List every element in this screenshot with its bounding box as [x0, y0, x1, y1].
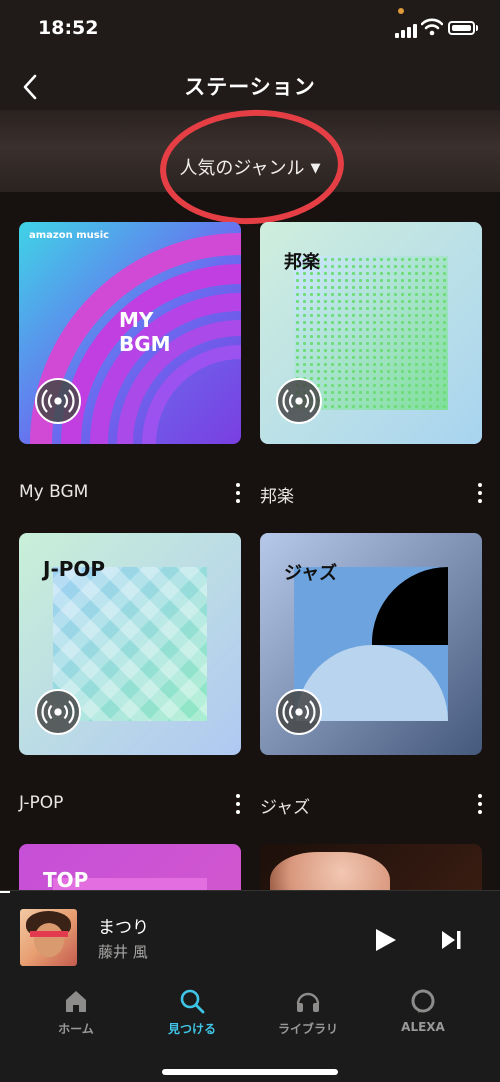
- station-label: 邦楽: [260, 487, 294, 507]
- tile-title: J-POP: [43, 557, 106, 581]
- tab-label: ライブラリ: [277, 1022, 338, 1036]
- playback-progress: [0, 891, 10, 893]
- battery-icon: [448, 21, 475, 35]
- now-playing-bar[interactable]: まつり 藤井 風: [0, 890, 500, 981]
- station-label: ジャズ: [260, 798, 311, 818]
- privacy-indicator-dot: [398, 8, 404, 14]
- tile-title-line1: MY: [119, 308, 154, 332]
- album-art[interactable]: [20, 909, 77, 966]
- page-title: ステーション: [184, 75, 316, 99]
- alexa-ring-icon: [411, 989, 435, 1013]
- tab-home[interactable]: ホーム: [21, 980, 131, 1050]
- home-icon: [66, 991, 86, 1012]
- radio-broadcast-icon: [35, 689, 81, 735]
- brand-logo: amazon music: [29, 230, 110, 241]
- status-bar: 18:52: [0, 0, 500, 60]
- station-grid: amazon music MY BGM My BGM 邦楽 邦楽 J-POP J…: [0, 192, 500, 890]
- station-artwork[interactable]: [260, 844, 482, 890]
- more-vertical-icon[interactable]: [232, 479, 244, 509]
- tab-alexa[interactable]: ALEXA: [368, 980, 478, 1050]
- station-artwork[interactable]: 邦楽: [260, 222, 482, 444]
- track-artist: 藤井 風: [98, 943, 148, 961]
- station-artwork[interactable]: J-POP: [19, 533, 241, 755]
- more-vertical-icon[interactable]: [474, 790, 486, 820]
- tab-library[interactable]: ライブラリ: [253, 980, 363, 1050]
- battery-tip: [476, 25, 478, 31]
- station-artwork[interactable]: ジャズ: [260, 533, 482, 755]
- play-icon[interactable]: [372, 927, 398, 953]
- app-header: ステーション: [0, 60, 500, 110]
- more-vertical-icon[interactable]: [232, 790, 244, 820]
- wifi-icon: [421, 18, 443, 36]
- station-label: J-POP: [19, 793, 64, 813]
- clock: 18:52: [38, 17, 99, 39]
- skip-next-icon[interactable]: [439, 929, 463, 951]
- tile-title-line2: BGM: [119, 332, 171, 356]
- more-vertical-icon[interactable]: [474, 479, 486, 509]
- home-indicator: [162, 1069, 338, 1075]
- search-icon: [180, 989, 205, 1014]
- station-artwork[interactable]: amazon music MY BGM: [19, 222, 241, 444]
- tab-find[interactable]: 見つける: [137, 980, 247, 1050]
- tile-title: 邦楽: [284, 252, 320, 273]
- signal-icon: [395, 22, 417, 38]
- photo-hand: [270, 852, 390, 890]
- tab-label: ALEXA: [401, 1020, 445, 1034]
- radio-broadcast-icon: [276, 378, 322, 424]
- station-artwork[interactable]: TOP: [19, 844, 241, 890]
- radio-broadcast-icon: [276, 689, 322, 735]
- track-title: まつり: [98, 918, 149, 938]
- tile-title: TOP: [43, 868, 89, 890]
- headphones-icon: [296, 992, 320, 1012]
- tile-title: ジャズ: [284, 563, 338, 584]
- bottom-nav: ホーム 見つける ライブラリ ALEXA: [0, 980, 500, 1082]
- station-label: My BGM: [19, 482, 89, 502]
- tab-label: 見つける: [167, 1022, 216, 1036]
- radio-broadcast-icon: [35, 378, 81, 424]
- tab-label: ホーム: [58, 1022, 94, 1036]
